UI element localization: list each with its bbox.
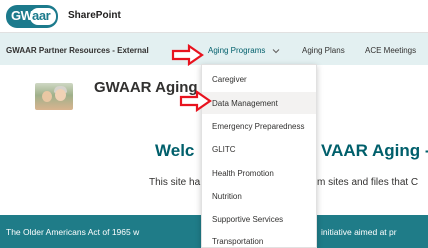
sharepoint-app-name[interactable]: SharePoint — [68, 10, 121, 21]
description-text-left: This site ha — [149, 177, 201, 188]
nav-item-aging-programs-label: Aging Programs — [208, 46, 266, 55]
nav-item-ace-meetings[interactable]: ACE Meetings — [365, 46, 416, 55]
logo-text-aar: aar — [32, 8, 51, 23]
suite-bar: GW aar SharePoint — [0, 0, 428, 33]
chevron-down-icon — [272, 49, 279, 54]
gwaar-logo[interactable]: GW aar — [6, 5, 58, 28]
logo-aar-box: aar — [30, 8, 56, 25]
annotation-arrow-data-management-icon — [179, 90, 212, 112]
annotation-arrow-aging-programs-icon — [171, 44, 204, 66]
hub-nav-bar: GWAAR Partner Resources - External Aging… — [0, 33, 428, 65]
menu-item-glitc[interactable]: GLITC — [202, 138, 316, 160]
nav-item-aging-programs[interactable]: Aging Programs — [208, 46, 280, 55]
menu-item-data-management[interactable]: Data Management — [202, 92, 316, 114]
nav-item-aging-plans[interactable]: Aging Plans — [302, 46, 345, 55]
welcome-heading-left: Welc — [155, 141, 195, 160]
menu-item-nutrition[interactable]: Nutrition — [202, 185, 316, 207]
menu-item-caregiver[interactable]: Caregiver — [202, 68, 316, 90]
aging-programs-menu: Caregiver Data Management Emergency Prep… — [201, 64, 317, 248]
menu-item-emergency-preparedness[interactable]: Emergency Preparedness — [202, 115, 316, 137]
band-text-left: The Older Americans Act of 1965 w — [6, 227, 140, 237]
menu-item-supportive-services[interactable]: Supportive Services — [202, 208, 316, 230]
menu-item-health-promotion[interactable]: Health Promotion — [202, 162, 316, 184]
menu-item-transportation[interactable]: Transportation — [202, 230, 316, 248]
band-text-right: initiative aimed at pr — [321, 227, 397, 237]
site-logo-image — [35, 83, 73, 110]
description-text-right: m sites and files that C — [317, 177, 419, 188]
welcome-heading-right: VAAR Aging - — [321, 141, 428, 160]
